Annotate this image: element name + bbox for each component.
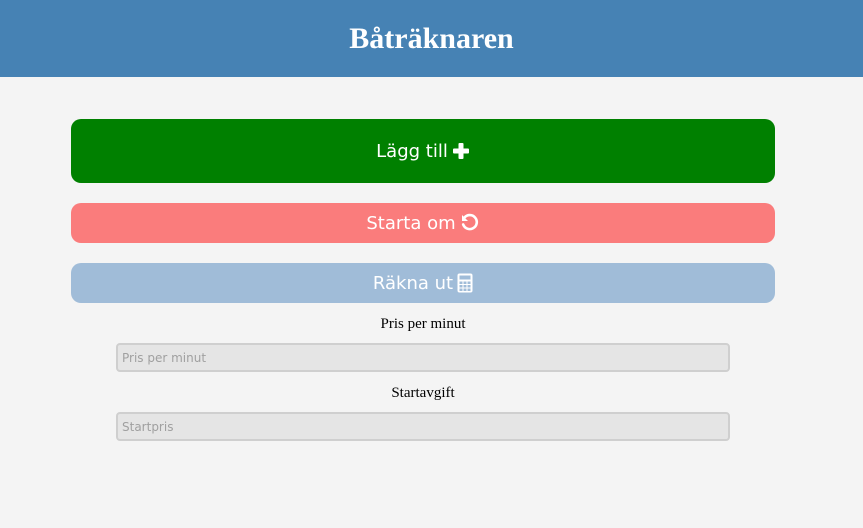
start-fee-input[interactable] (116, 412, 730, 441)
calculate-button-label: Räkna ut (372, 272, 454, 294)
undo-icon (460, 213, 480, 233)
calculator-icon (457, 273, 473, 293)
plus-icon (452, 142, 470, 160)
add-button-label: Lägg till (376, 140, 448, 162)
price-per-minute-label: Pris per minut (380, 316, 466, 332)
restart-button-label: Starta om (366, 212, 456, 234)
page-title: Båträknaren (349, 21, 514, 55)
calculate-button[interactable]: Räkna ut (71, 263, 775, 303)
price-per-minute-input[interactable] (116, 343, 730, 372)
add-button[interactable]: Lägg till (71, 119, 775, 183)
app-header: Båträknaren (0, 0, 863, 77)
start-fee-label: Startavgift (391, 385, 455, 401)
restart-button[interactable]: Starta om (71, 203, 775, 243)
